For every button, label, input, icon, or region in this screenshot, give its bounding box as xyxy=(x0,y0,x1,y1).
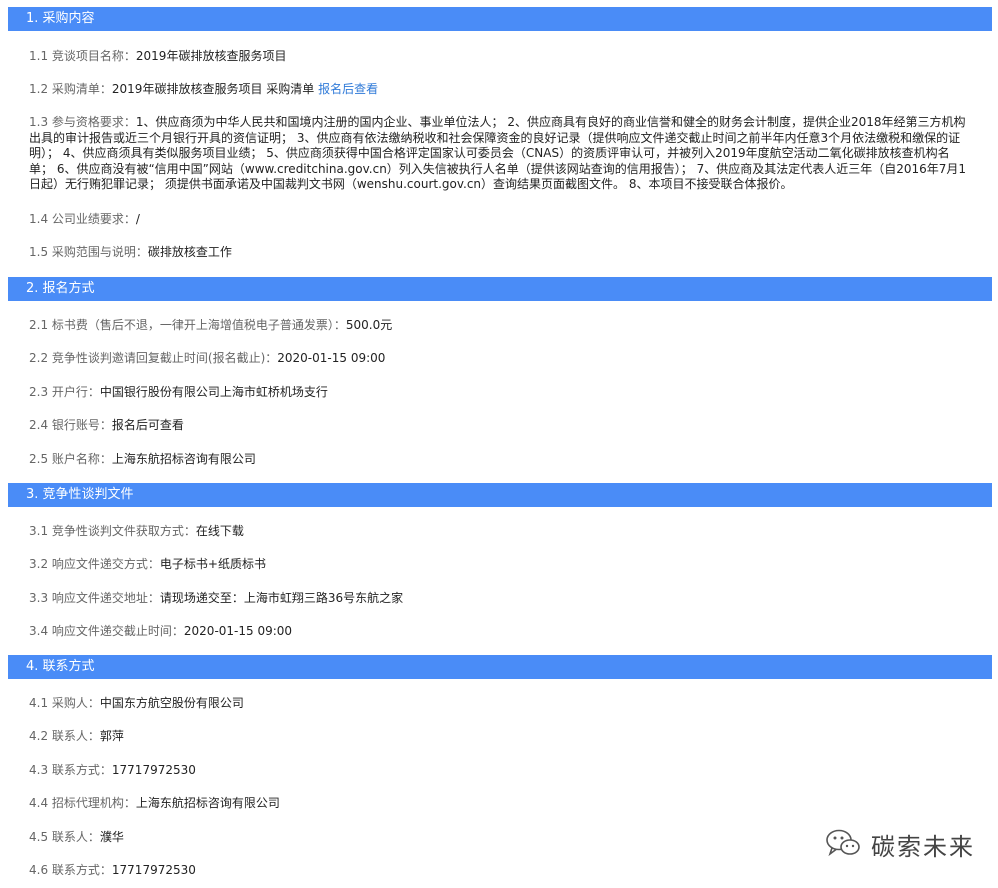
row-label: 2.1 标书费（售后不退，一律开上海增值税电子普通发票）： xyxy=(29,318,346,332)
row-label: 4.5 联系人： xyxy=(29,830,100,844)
submission-address-row: 3.3 响应文件递交地址：请现场递交至：上海市虹翔三路36号东航之家 xyxy=(29,590,969,606)
submission-deadline-row: 3.4 响应文件递交截止时间：2020-01-15 09:00 xyxy=(29,623,969,639)
row-label: 4.2 联系人： xyxy=(29,729,100,743)
agency-contact-phone-row: 4.6 联系方式：17717972530 xyxy=(29,862,969,878)
row-label: 4.6 联系方式： xyxy=(29,863,112,877)
row-value: 17717972530 xyxy=(111,763,196,777)
purchaser-row: 4.1 采购人：中国东方航空股份有限公司 xyxy=(29,695,969,711)
tender-fee-row: 2.1 标书费（售后不退，一律开上海增值税电子普通发票）：500.0元 xyxy=(29,317,969,333)
company-performance-row: 1.4 公司业绩要求：/ xyxy=(29,211,969,227)
row-label: 3.4 响应文件递交截止时间： xyxy=(29,624,184,638)
row-value: 17717972530 xyxy=(111,863,196,877)
row-label: 3.3 响应文件递交地址： xyxy=(29,591,160,605)
row-label: 1.5 采购范围与说明： xyxy=(29,245,148,259)
watermark-text: 碳索未来 xyxy=(871,832,975,861)
row-label: 1.1 竞谈项目名称： xyxy=(29,49,136,63)
section-header-registration: 2. 报名方式 xyxy=(8,277,992,301)
row-value: 2020-01-15 09:00 xyxy=(183,624,293,638)
row-value: 上海东航招标咨询有限公司 xyxy=(111,452,256,466)
row-value: 500.0元 xyxy=(345,318,393,332)
submission-method-row: 3.2 响应文件递交方式：电子标书+纸质标书 xyxy=(29,556,969,572)
bank-account-row: 2.4 银行账号：报名后可查看 xyxy=(29,417,969,433)
view-after-registration-link[interactable]: 报名后查看 xyxy=(318,82,378,96)
row-value: 2019年碳排放核查服务项目 采购清单 xyxy=(111,82,319,96)
row-value: 报名后可查看 xyxy=(111,418,184,432)
procurement-list-row: 1.2 采购清单：2019年碳排放核查服务项目 采购清单 报名后查看 xyxy=(29,81,969,97)
registration-deadline-row: 2.2 竞争性谈判邀请回复截止时间(报名截止)：2020-01-15 09:00 xyxy=(29,350,969,366)
row-value: 2020-01-15 09:00 xyxy=(277,351,386,365)
procurement-scope-row: 1.5 采购范围与说明：碳排放核查工作 xyxy=(29,244,969,260)
row-label: 2.2 竞争性谈判邀请回复截止时间(报名截止)： xyxy=(29,351,278,365)
bank-row: 2.3 开户行：中国银行股份有限公司上海市虹桥机场支行 xyxy=(29,384,969,400)
watermark: 碳索未来 xyxy=(825,826,975,862)
row-value: 电子标书+纸质标书 xyxy=(159,557,266,571)
row-value: 2019年碳排放核查服务项目 xyxy=(135,49,287,63)
row-label: 1.3 参与资格要求： xyxy=(29,115,136,129)
qualification-requirements-row: 1.3 参与资格要求：1、供应商须为中华人民共和国境内注册的国内企业、事业单位法… xyxy=(29,115,969,193)
row-label: 4.3 联系方式： xyxy=(29,763,112,777)
row-value: 1、供应商须为中华人民共和国境内注册的国内企业、事业单位法人； 2、供应商具有良… xyxy=(29,115,967,191)
row-value: / xyxy=(135,212,140,226)
section-header-procurement-content: 1. 采购内容 xyxy=(8,7,992,31)
contact-phone-row: 4.3 联系方式：17717972530 xyxy=(29,762,969,778)
row-label: 2.5 账户名称： xyxy=(29,452,112,466)
row-value: 郭萍 xyxy=(99,729,124,743)
section-header-contact: 4. 联系方式 xyxy=(8,655,992,679)
row-label: 2.4 银行账号： xyxy=(29,418,112,432)
document-acquisition-row: 3.1 竞争性谈判文件获取方式：在线下载 xyxy=(29,523,969,539)
row-value: 濮华 xyxy=(99,830,124,844)
row-label: 3.2 响应文件递交方式： xyxy=(29,557,160,571)
row-value: 中国银行股份有限公司上海市虹桥机场支行 xyxy=(99,385,328,399)
row-label: 2.3 开户行： xyxy=(29,385,100,399)
row-label: 4.4 招标代理机构： xyxy=(29,796,136,810)
wechat-icon xyxy=(825,828,861,861)
agency-row: 4.4 招标代理机构：上海东航招标咨询有限公司 xyxy=(29,795,969,811)
account-name-row: 2.5 账户名称：上海东航招标咨询有限公司 xyxy=(29,451,969,467)
row-label: 1.4 公司业绩要求： xyxy=(29,212,136,226)
row-value: 上海东航招标咨询有限公司 xyxy=(135,796,280,810)
row-value: 碳排放核查工作 xyxy=(147,245,232,259)
row-value: 请现场递交至：上海市虹翔三路36号东航之家 xyxy=(159,591,404,605)
row-label: 4.1 采购人： xyxy=(29,696,100,710)
row-value: 中国东方航空股份有限公司 xyxy=(99,696,244,710)
row-label: 3.1 竞争性谈判文件获取方式： xyxy=(29,524,196,538)
row-value: 在线下载 xyxy=(195,524,244,538)
row-label: 1.2 采购清单： xyxy=(29,82,112,96)
section-header-negotiation-documents: 3. 竞争性谈判文件 xyxy=(8,483,992,507)
project-name-row: 1.1 竞谈项目名称：2019年碳排放核查服务项目 xyxy=(29,48,969,64)
contact-person-row: 4.2 联系人：郭萍 xyxy=(29,728,969,744)
